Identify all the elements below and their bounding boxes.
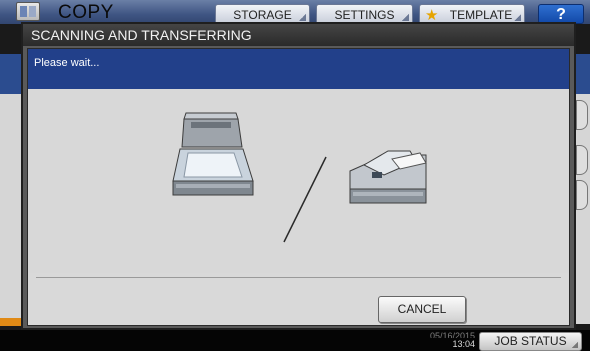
tab-settings[interactable]: SETTINGS [316,4,413,24]
tab-template[interactable]: ★ TEMPLATE [419,4,525,24]
date-text: 05/16/2015 [429,332,475,338]
illustration-area [28,89,569,273]
copy-mode-icon [16,2,40,21]
document-feeder-icon [349,150,427,204]
tab-settings-label: SETTINGS [334,8,395,22]
job-status-label: JOB STATUS [494,334,567,348]
tab-storage-label: STORAGE [233,8,292,22]
status-indicator [0,318,22,326]
corner-arrow-icon [572,342,578,348]
job-status-button[interactable]: JOB STATUS [479,332,582,351]
side-tab-button [576,145,588,175]
cancel-button[interactable]: CANCEL [378,296,466,323]
corner-arrow-icon [514,14,521,21]
scanning-dialog: SCANNING AND TRANSFERRING Please wait... [21,22,576,330]
tab-storage[interactable]: STORAGE [215,4,310,24]
top-bar: COPY STORAGE SETTINGS ★ TEMPLATE ? [0,0,590,24]
corner-arrow-icon [402,14,409,21]
dialog-body: Please wait... CANCEL [27,48,570,326]
wait-message: Please wait... [28,49,569,89]
scan-illustration [172,112,427,243]
corner-arrow-icon [299,14,306,21]
tab-template-label: TEMPLATE [449,8,513,22]
footer-divider [36,277,561,278]
side-tab-button [576,100,588,130]
time-text: 13:04 [452,339,475,349]
flatbed-scanner-icon [172,112,254,196]
or-slash [283,156,327,243]
date-time: 05/16/2015 13:04 [405,332,475,349]
help-button[interactable]: ? [538,4,584,24]
side-tab-button [576,180,588,210]
dialog-title: SCANNING AND TRANSFERRING [23,24,574,46]
app-title: COPY [58,2,114,23]
